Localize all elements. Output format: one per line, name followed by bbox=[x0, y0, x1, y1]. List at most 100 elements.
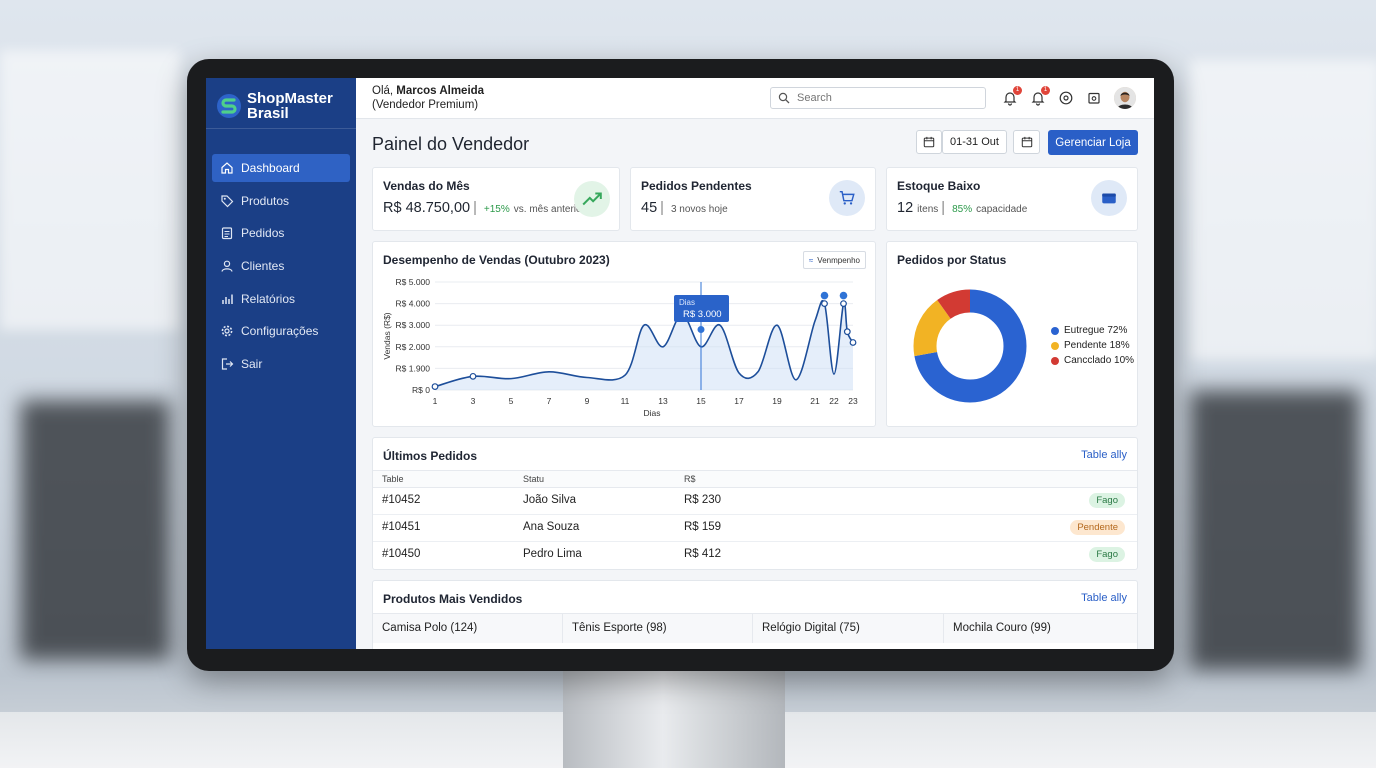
x-tick-label: 5 bbox=[509, 396, 514, 406]
column-header[interactable]: Table bbox=[382, 474, 404, 484]
sidebar-item-label: Dashboard bbox=[241, 161, 300, 175]
order-id: #10451 bbox=[382, 521, 421, 533]
kpi-delta: +15% bbox=[483, 204, 510, 215]
series-area bbox=[435, 300, 853, 390]
brand-logo-icon bbox=[217, 94, 241, 118]
sidebar-item-configuracoes[interactable]: Configurações bbox=[212, 317, 350, 345]
home-icon bbox=[221, 162, 233, 174]
y-tick-label: R$ 2.000 bbox=[396, 342, 431, 352]
x-tick-label: 19 bbox=[772, 396, 782, 406]
data-point bbox=[849, 339, 857, 346]
data-point bbox=[821, 300, 828, 307]
tooltip-label: Dias bbox=[679, 298, 695, 307]
product-cell[interactable]: Tênis Esporte (98) bbox=[563, 613, 753, 643]
legend-item-pending: Pendente 18% bbox=[1051, 340, 1130, 351]
alerts-button[interactable]: 1 bbox=[1030, 86, 1050, 106]
sales-line-chart: R$ 0 R$ 1.900 R$ 2.000 R$ 3.000 R$ 4.000 R$ 5… bbox=[382, 277, 858, 418]
kpi-value-line: R$ 48.750,00 | +15% vs. mês anterior bbox=[383, 200, 585, 216]
sidebar-item-produtos[interactable]: Produtos bbox=[212, 187, 350, 215]
data-point bbox=[840, 300, 847, 307]
sidebar-item-relatorios[interactable]: Relatórios bbox=[212, 285, 350, 313]
greeting-prefix: Olá, bbox=[372, 85, 394, 97]
sidebar-item-clientes[interactable]: Clientes bbox=[212, 252, 350, 280]
kpi-title: Estoque Baixo bbox=[897, 179, 981, 193]
sales-chart-card: Desempenho de Vendas (Outubro 2023) ≈ Ve… bbox=[372, 241, 876, 427]
manage-store-button[interactable]: Gerenciar Loja bbox=[1048, 130, 1138, 155]
tag-icon bbox=[221, 195, 234, 208]
box-icon bbox=[1102, 193, 1116, 204]
legend-label: Pendente 18% bbox=[1064, 340, 1130, 351]
avatar[interactable] bbox=[1114, 87, 1136, 109]
data-point bbox=[431, 383, 439, 390]
help-button[interactable] bbox=[1058, 90, 1074, 106]
user-greeting: Olá, Marcos Almeida (Vendedor Premium) bbox=[372, 84, 484, 112]
calendar-icon bbox=[1021, 136, 1032, 148]
calendar-end-button[interactable] bbox=[1013, 130, 1040, 154]
kpi-icon bbox=[829, 180, 865, 216]
settings-button[interactable] bbox=[1086, 90, 1102, 106]
search-box[interactable] bbox=[770, 87, 986, 109]
kpi-card-pending-orders: Pedidos Pendentes 45 | 3 novos hoje bbox=[630, 167, 876, 231]
brand[interactable]: ShopMaster Brasil bbox=[216, 86, 333, 126]
notification-badge: 1 bbox=[1013, 86, 1022, 95]
legend-item-delivered: Eutregue 72% bbox=[1051, 325, 1127, 336]
x-tick-label: 23 bbox=[848, 396, 858, 406]
order-amount: R$ 412 bbox=[684, 548, 722, 560]
search-input[interactable] bbox=[795, 91, 979, 105]
legend-item-cancelled: Cancclado 10% bbox=[1051, 355, 1134, 366]
view-all-products-link[interactable]: Table ally bbox=[1081, 592, 1127, 604]
calendar-settings-icon bbox=[1088, 92, 1100, 104]
data-point bbox=[843, 328, 851, 336]
x-tick-label: 17 bbox=[734, 396, 744, 406]
sidebar-item-label: Configurações bbox=[241, 324, 319, 339]
order-customer: João Silva bbox=[523, 494, 577, 506]
table-row[interactable]: #10452 João Silva R$ 230 Fago bbox=[373, 487, 1137, 515]
table-row[interactable]: #10451 Ana Souza R$ 159 Pendente bbox=[373, 514, 1137, 542]
sidebar-nav: Dashboard Produtos Pedidos Clientes Rela… bbox=[212, 154, 350, 383]
legend-label: Eutregue 72% bbox=[1064, 325, 1128, 336]
sidebar-item-sair[interactable]: Sair bbox=[212, 350, 350, 378]
kpi-title: Vendas do Mês bbox=[383, 179, 470, 193]
kpi-title: Pedidos Pendentes bbox=[641, 179, 752, 193]
order-amount: R$ 230 bbox=[684, 494, 722, 506]
product-cell[interactable]: Relógio Digital (75) bbox=[753, 613, 944, 643]
status-badge: Pendente bbox=[1070, 520, 1125, 535]
legend-swatch bbox=[1051, 341, 1059, 350]
notification-button[interactable]: 1 bbox=[1002, 86, 1022, 106]
kpi-delta: 85% bbox=[952, 204, 973, 215]
help-circle-icon bbox=[1059, 91, 1073, 105]
kpi-note: vs. mês anterior bbox=[513, 204, 585, 215]
kpi-card-low-stock: Estoque Baixo 12 itens | 85% capacidade bbox=[886, 167, 1138, 231]
x-tick-label: 11 bbox=[621, 396, 630, 406]
kpi-value-line: 12 itens | 85% capacidade bbox=[897, 200, 1028, 216]
background-window bbox=[1190, 60, 1376, 360]
sidebar-item-label: Sair bbox=[241, 357, 263, 372]
calendar-button[interactable] bbox=[916, 130, 942, 154]
view-all-orders-link[interactable]: Table ally bbox=[1081, 449, 1127, 461]
cart-icon bbox=[839, 190, 855, 205]
x-tick-label: 22 bbox=[829, 396, 839, 406]
search-icon bbox=[778, 92, 790, 104]
y-tick-label: R$ 1.900 bbox=[396, 363, 431, 373]
sidebar-item-dashboard[interactable]: Dashboard bbox=[212, 154, 350, 182]
column-header[interactable]: Statu bbox=[523, 474, 544, 484]
recent-orders-card: Últimos Pedidos Table ally Table Statu R… bbox=[372, 437, 1138, 570]
kpi-unit: itens bbox=[917, 204, 939, 215]
y-axis-label: Vendas (R$) bbox=[382, 312, 392, 359]
column-header[interactable]: R$ bbox=[684, 474, 696, 484]
kpi-value: R$ 48.750,00 bbox=[383, 200, 471, 216]
product-cell[interactable]: Mochila Couro (99) bbox=[944, 613, 1137, 643]
y-tick-label: R$ 0 bbox=[412, 385, 430, 395]
user-role: (Vendedor Premium) bbox=[372, 99, 479, 111]
y-tick-label: R$ 4.000 bbox=[396, 299, 431, 309]
sidebar-item-pedidos[interactable]: Pedidos bbox=[212, 219, 350, 247]
sidebar-item-label: Pedidos bbox=[241, 226, 285, 241]
x-tick-label: 9 bbox=[585, 396, 590, 406]
kpi-value-line: 45 | 3 novos hoje bbox=[641, 200, 728, 216]
table-row[interactable]: #10450 Pedro Lima R$ 412 Fago bbox=[373, 541, 1137, 568]
date-range-picker[interactable]: 01-31 Out bbox=[942, 130, 1007, 154]
calendar-icon bbox=[923, 136, 935, 148]
sidebar-item-label: Produtos bbox=[241, 193, 290, 208]
product-cell[interactable]: Camisa Polo (124) bbox=[373, 613, 563, 643]
kpi-value: 45 bbox=[641, 200, 658, 216]
